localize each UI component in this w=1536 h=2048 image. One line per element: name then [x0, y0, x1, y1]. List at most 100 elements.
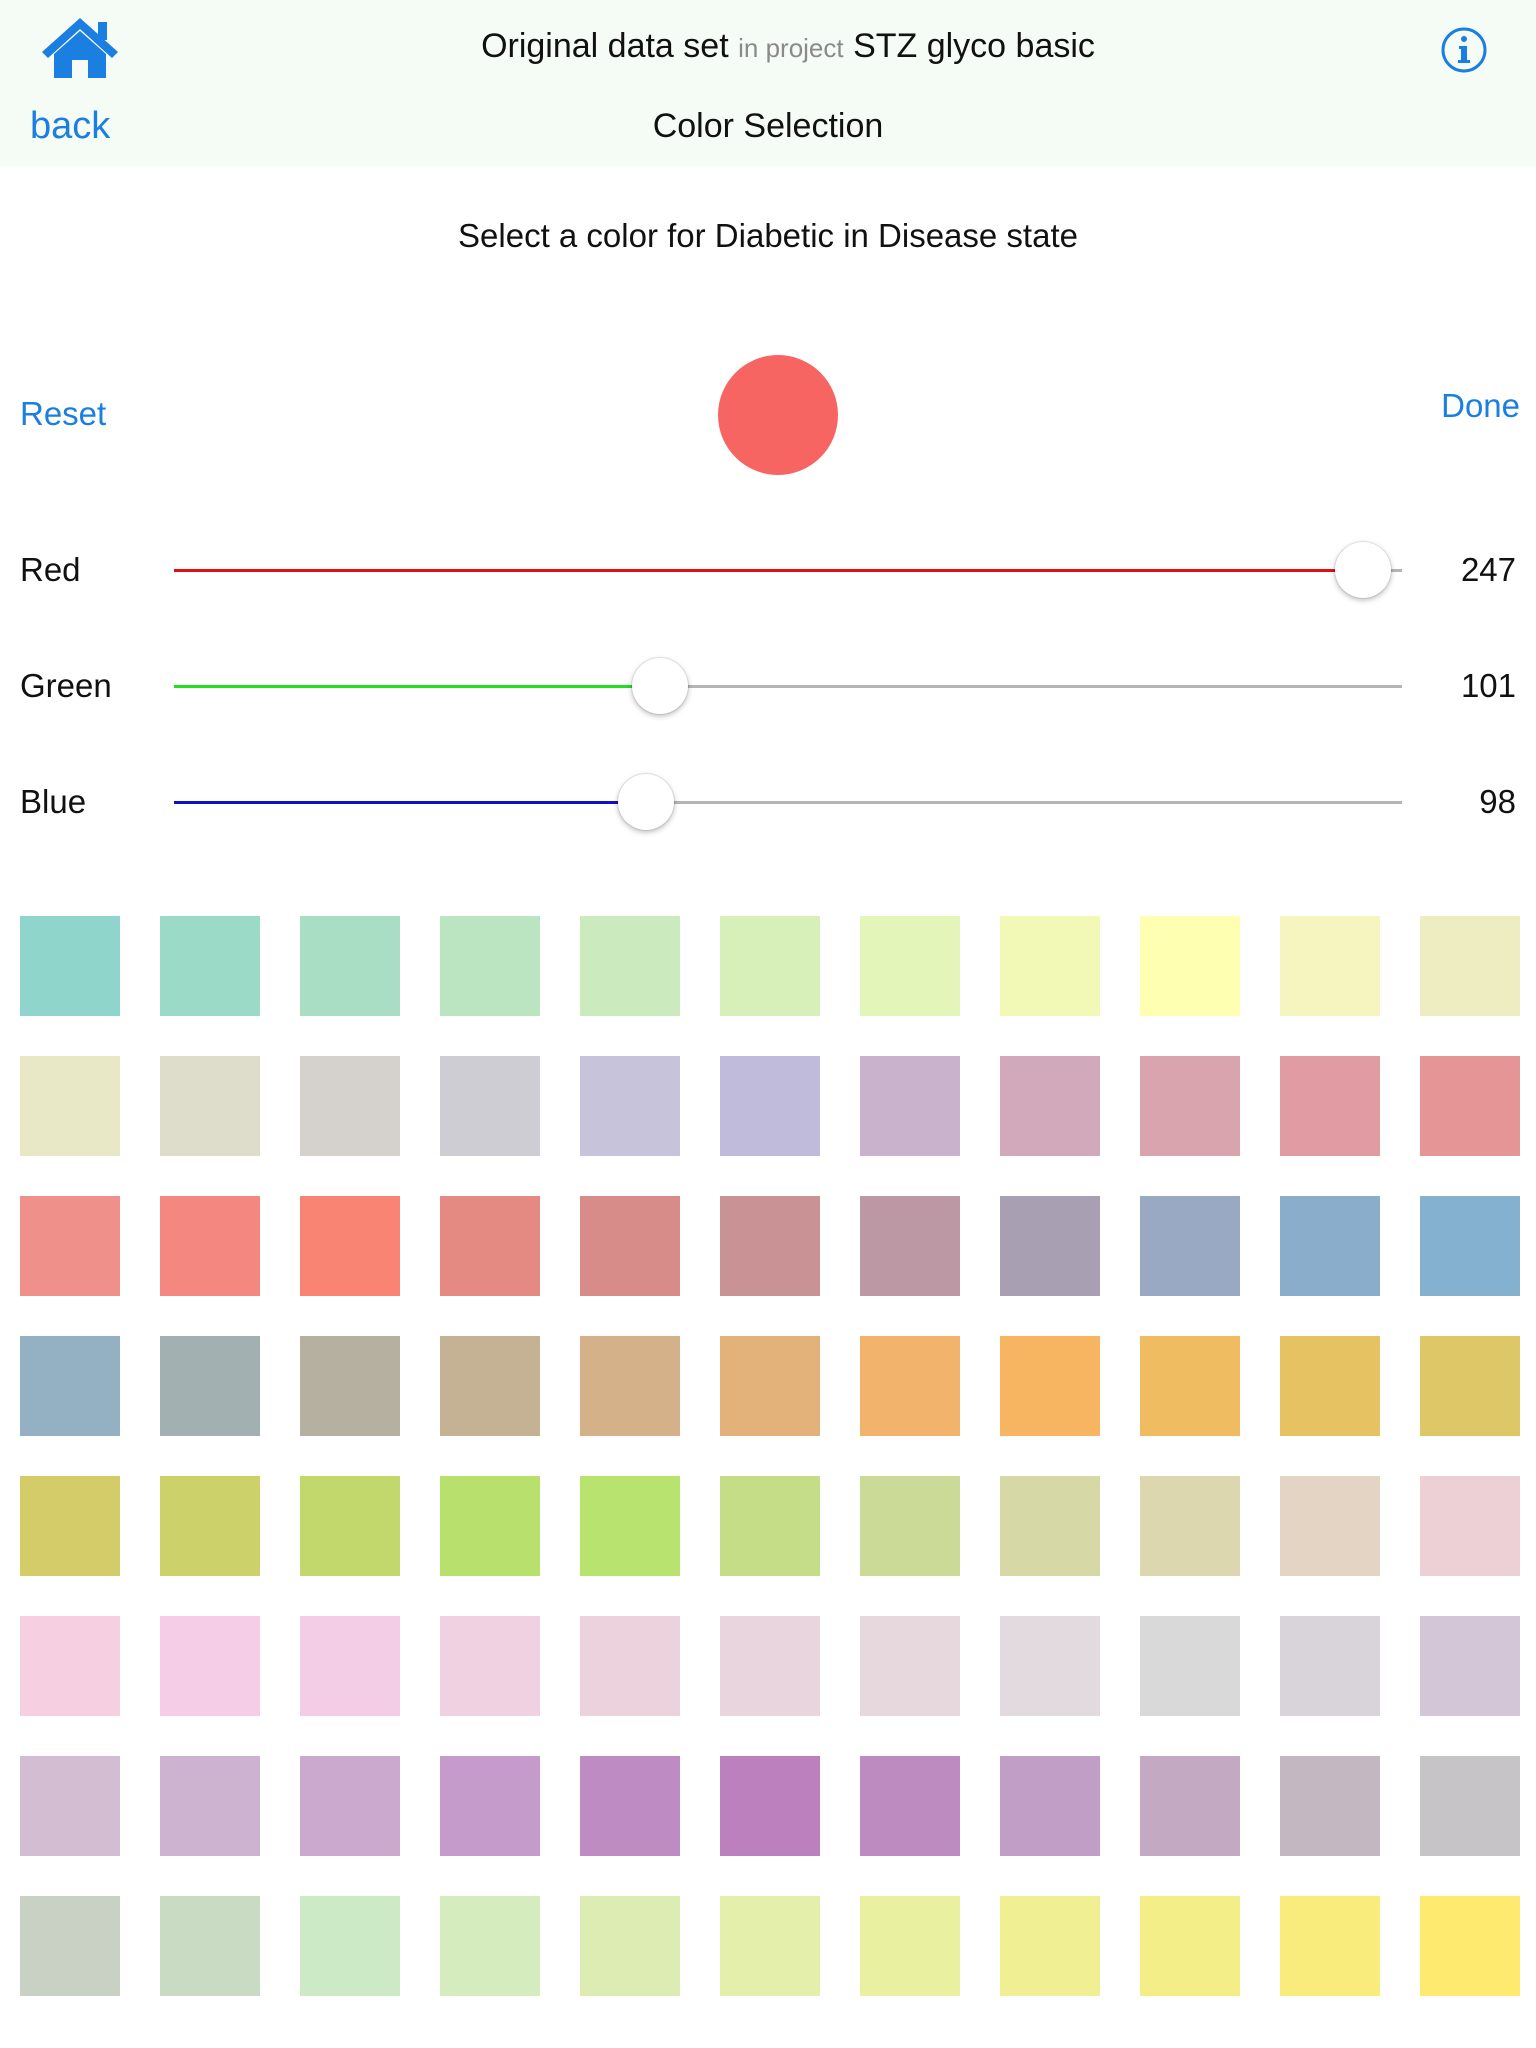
color-swatch[interactable] — [1420, 1896, 1520, 1996]
color-swatch[interactable] — [1280, 1476, 1380, 1576]
color-swatch[interactable] — [20, 1616, 120, 1716]
color-swatch[interactable] — [1000, 1056, 1100, 1156]
color-swatch[interactable] — [1140, 1476, 1240, 1576]
color-swatch[interactable] — [160, 1756, 260, 1856]
red-slider-track[interactable] — [174, 542, 1402, 598]
color-swatch[interactable] — [300, 1616, 400, 1716]
color-swatch[interactable] — [580, 1196, 680, 1296]
color-swatch[interactable] — [1000, 1196, 1100, 1296]
color-swatch[interactable] — [1140, 1056, 1240, 1156]
blue-slider-label: Blue — [20, 783, 87, 820]
color-swatch[interactable] — [20, 1476, 120, 1576]
color-swatch[interactable] — [1140, 1336, 1240, 1436]
color-swatch[interactable] — [580, 1056, 680, 1156]
color-swatch[interactable] — [1000, 1476, 1100, 1576]
color-swatch[interactable] — [580, 1476, 680, 1576]
color-swatch[interactable] — [580, 1896, 680, 1996]
color-swatch[interactable] — [1000, 1896, 1100, 1996]
color-swatch[interactable] — [720, 1196, 820, 1296]
red-slider-thumb[interactable] — [1335, 542, 1392, 598]
color-swatch[interactable] — [720, 1756, 820, 1856]
blue-slider-thumb[interactable] — [617, 774, 674, 830]
color-swatch[interactable] — [1280, 1756, 1380, 1856]
color-swatch[interactable] — [1000, 1756, 1100, 1856]
color-swatch[interactable] — [300, 1476, 400, 1576]
color-swatch[interactable] — [1420, 1336, 1520, 1436]
color-swatch[interactable] — [160, 1896, 260, 1996]
color-swatch[interactable] — [440, 1616, 540, 1716]
color-swatch[interactable] — [20, 1336, 120, 1436]
color-swatch[interactable] — [720, 1476, 820, 1576]
color-swatch[interactable] — [860, 1616, 960, 1716]
color-swatch[interactable] — [860, 1476, 960, 1576]
color-swatch[interactable] — [1140, 1196, 1240, 1296]
color-swatch[interactable] — [20, 916, 120, 1016]
color-swatch[interactable] — [1420, 1616, 1520, 1716]
blue-slider-track[interactable] — [174, 774, 1402, 830]
color-swatch[interactable] — [720, 1896, 820, 1996]
color-swatch[interactable] — [440, 916, 540, 1016]
color-swatch[interactable] — [1280, 1616, 1380, 1716]
color-swatch[interactable] — [20, 1196, 120, 1296]
color-swatch[interactable] — [720, 1056, 820, 1156]
color-swatch[interactable] — [580, 916, 680, 1016]
green-slider-thumb[interactable] — [632, 658, 689, 714]
color-swatch[interactable] — [860, 1196, 960, 1296]
color-swatch[interactable] — [1420, 916, 1520, 1016]
color-swatch[interactable] — [300, 1896, 400, 1996]
back-button[interactable]: back — [30, 98, 140, 154]
color-swatch[interactable] — [1420, 1756, 1520, 1856]
color-swatch[interactable] — [160, 1616, 260, 1716]
color-swatch[interactable] — [1140, 1756, 1240, 1856]
color-swatch[interactable] — [300, 1196, 400, 1296]
reset-button[interactable]: Reset — [20, 388, 130, 440]
color-swatch[interactable] — [160, 1056, 260, 1156]
color-swatch[interactable] — [580, 1756, 680, 1856]
color-swatch[interactable] — [440, 1336, 540, 1436]
color-swatch[interactable] — [860, 1056, 960, 1156]
color-swatch[interactable] — [160, 1336, 260, 1436]
color-swatch[interactable] — [860, 1756, 960, 1856]
color-swatch[interactable] — [1280, 1896, 1380, 1996]
color-swatch[interactable] — [20, 1896, 120, 1996]
color-swatch[interactable] — [1420, 1196, 1520, 1296]
color-swatch[interactable] — [720, 916, 820, 1016]
color-swatch[interactable] — [1000, 1616, 1100, 1716]
color-swatch[interactable] — [300, 1756, 400, 1856]
color-swatch[interactable] — [160, 1196, 260, 1296]
color-swatch[interactable] — [300, 916, 400, 1016]
color-swatch[interactable] — [580, 1336, 680, 1436]
color-swatch[interactable] — [440, 1196, 540, 1296]
color-swatch[interactable] — [860, 1896, 960, 1996]
color-swatch[interactable] — [1420, 1056, 1520, 1156]
color-swatch[interactable] — [720, 1336, 820, 1436]
color-swatch[interactable] — [1140, 1896, 1240, 1996]
color-swatch[interactable] — [300, 1056, 400, 1156]
color-swatch[interactable] — [20, 1056, 120, 1156]
color-swatch[interactable] — [440, 1056, 540, 1156]
done-button[interactable]: Done — [1420, 380, 1520, 432]
color-swatch[interactable] — [1280, 1056, 1380, 1156]
color-swatch[interactable] — [1000, 916, 1100, 1016]
color-swatch[interactable] — [1280, 916, 1380, 1016]
color-swatch[interactable] — [860, 916, 960, 1016]
color-swatch[interactable] — [440, 1756, 540, 1856]
color-swatch[interactable] — [1140, 916, 1240, 1016]
color-swatch[interactable] — [160, 916, 260, 1016]
green-slider-track[interactable] — [174, 658, 1402, 714]
color-swatch[interactable] — [160, 1476, 260, 1576]
info-icon[interactable] — [1440, 26, 1488, 74]
color-swatch[interactable] — [1000, 1336, 1100, 1436]
color-swatch[interactable] — [860, 1336, 960, 1436]
color-swatch[interactable] — [1280, 1196, 1380, 1296]
color-swatch[interactable] — [300, 1336, 400, 1436]
color-swatch[interactable] — [1140, 1616, 1240, 1716]
color-swatch[interactable] — [440, 1476, 540, 1576]
color-swatch[interactable] — [720, 1616, 820, 1716]
color-swatch[interactable] — [580, 1616, 680, 1716]
color-swatch[interactable] — [440, 1896, 540, 1996]
color-swatch[interactable] — [1420, 1476, 1520, 1576]
color-swatch[interactable] — [20, 1756, 120, 1856]
color-swatch[interactable] — [1280, 1336, 1380, 1436]
home-icon[interactable] — [38, 14, 122, 82]
